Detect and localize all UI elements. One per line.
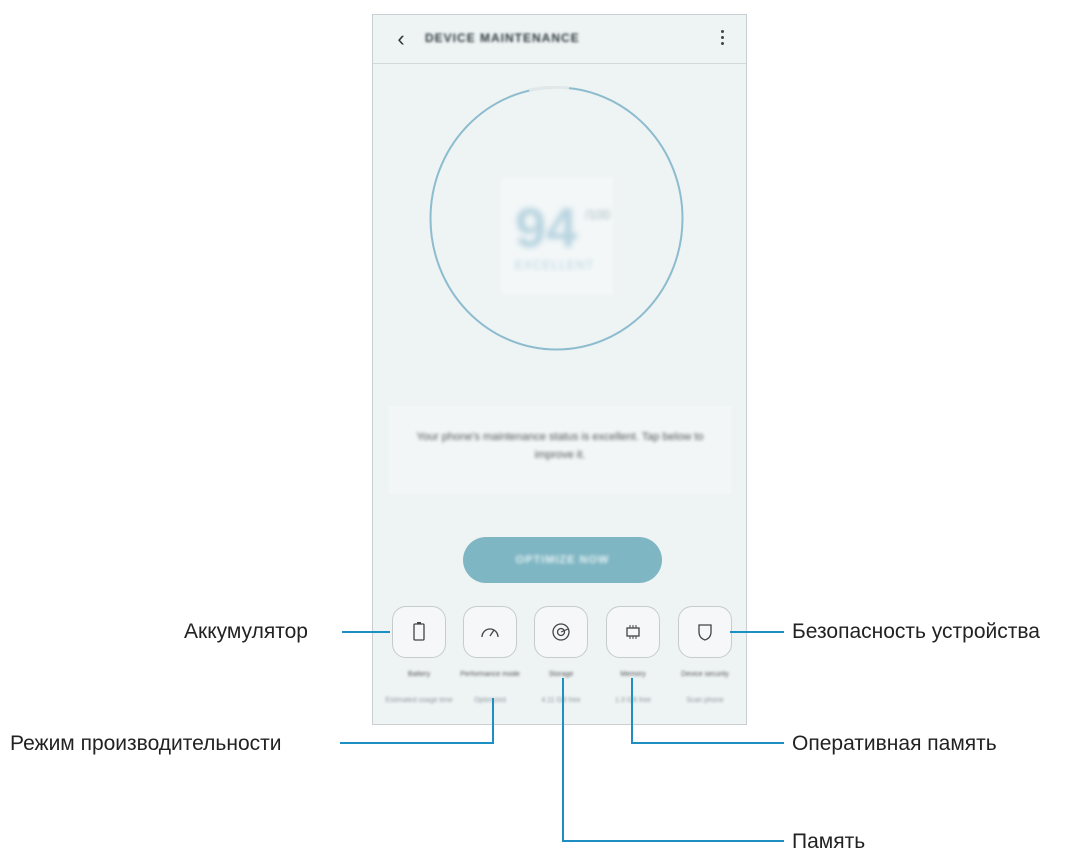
speedometer-icon (481, 628, 499, 638)
memory-sub: 1.3 GB free (615, 697, 651, 704)
device-security-button[interactable] (678, 606, 732, 658)
battery-sub: Estimated usage time (385, 697, 453, 704)
callout-line-performance-v (492, 698, 494, 744)
more-vertical-icon[interactable] (712, 27, 732, 51)
storage-icon (552, 623, 570, 641)
storage-button[interactable] (534, 606, 588, 658)
screen-title: DEVICE MAINTENANCE (425, 31, 580, 45)
storage-label: Storage (548, 671, 574, 678)
score-unit: /100 (585, 207, 611, 222)
callout-line-storage-h (562, 840, 784, 842)
callout-storage: Память (792, 830, 866, 853)
callout-line-security (730, 631, 784, 633)
memory-label: Memory (620, 671, 646, 678)
status-message: Your phone's maintenance status is excel… (416, 431, 704, 461)
memory-chip-icon (626, 625, 640, 639)
optimize-now-button[interactable]: OPTIMIZE NOW (463, 537, 662, 583)
callout-battery: Аккумулятор (184, 620, 308, 643)
callout-performance: Режим производительности (10, 732, 282, 755)
memory-button[interactable] (606, 606, 660, 658)
callout-line-storage-v (562, 678, 564, 842)
app-bar: ‹ DEVICE MAINTENANCE (373, 15, 746, 64)
performance-mode-label: Performance mode (460, 671, 520, 678)
callout-memory: Оперативная память (792, 732, 997, 755)
battery-icon (413, 622, 425, 641)
battery-button[interactable] (392, 606, 446, 658)
score-value: 94 (515, 196, 578, 259)
device-maintenance-screen: ‹ DEVICE MAINTENANCE 94 /100 EXCELLENT Y… (372, 14, 747, 725)
performance-mode-sub: Optimized (474, 697, 506, 704)
callout-line-battery (342, 631, 390, 633)
callout-security: Безопасность устройства (792, 620, 1040, 643)
storage-sub: 4.11 GB free (541, 697, 581, 704)
chevron-left-icon[interactable]: ‹ (389, 25, 413, 53)
callout-line-performance-h (340, 742, 494, 744)
callout-line-memory-h (631, 742, 784, 744)
device-security-sub: Scan phone (686, 697, 724, 704)
status-card: Your phone's maintenance status is excel… (389, 406, 731, 494)
battery-label: Battery (407, 671, 431, 678)
optimize-button-label: OPTIMIZE NOW (515, 554, 610, 566)
device-security-label: Device security (681, 671, 729, 678)
performance-mode-button[interactable] (463, 606, 517, 658)
callout-line-memory-v (631, 678, 633, 744)
score-label: EXCELLENT (515, 258, 595, 272)
shield-icon (698, 624, 712, 641)
